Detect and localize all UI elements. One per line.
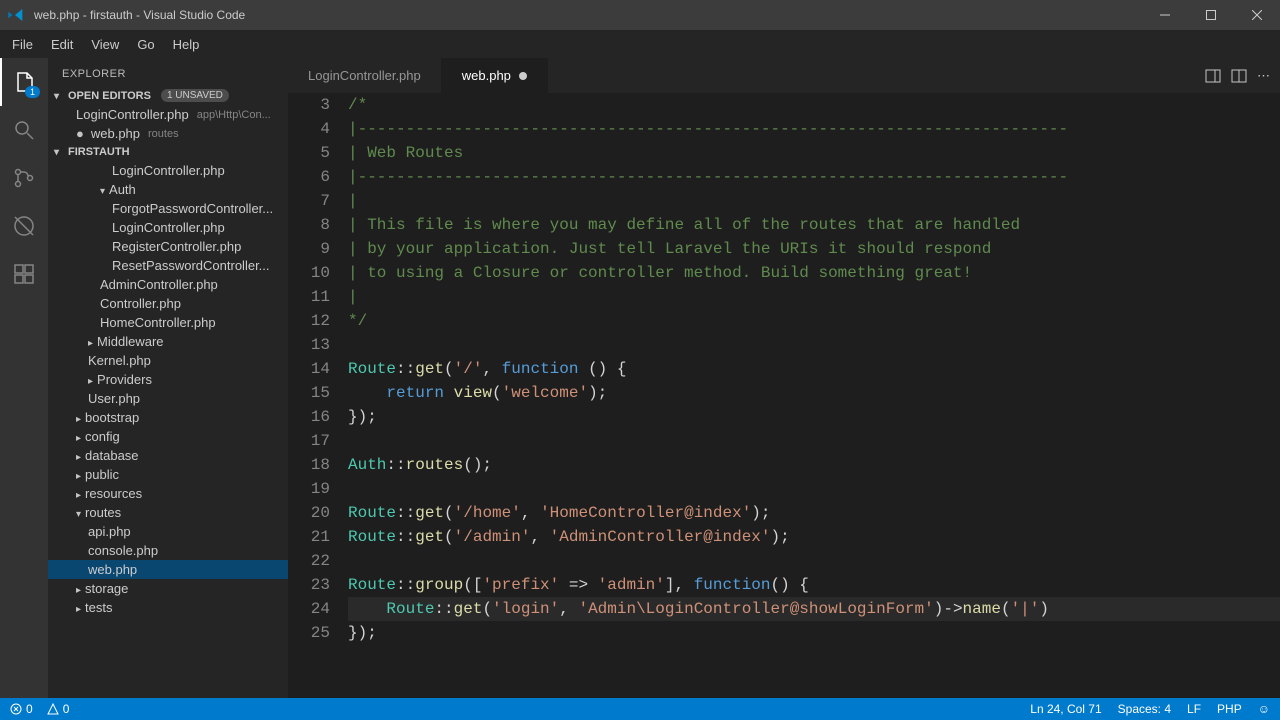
tree-item[interactable]: Providers (48, 370, 288, 389)
project-head[interactable]: FIRSTAUTH (48, 143, 288, 161)
extensions-icon[interactable] (0, 250, 48, 298)
menu-view[interactable]: View (83, 33, 127, 56)
status-feedback-icon[interactable]: ☺ (1258, 702, 1270, 716)
menu-help[interactable]: Help (165, 33, 208, 56)
chevron-icon (76, 410, 81, 425)
chevron-icon (76, 467, 81, 482)
status-warnings[interactable]: 0 (47, 702, 70, 716)
chevron-icon (100, 182, 105, 197)
menu-file[interactable]: File (4, 33, 41, 56)
status-bar: 0 0 Ln 24, Col 71 Spaces: 4 LF PHP ☺ (0, 698, 1280, 720)
chevron-down-icon (54, 146, 64, 158)
tree-item[interactable]: LoginController.php (48, 161, 288, 180)
chevron-icon (76, 600, 81, 615)
tab-actions: ⋯ (1205, 58, 1280, 93)
chevron-down-icon (54, 90, 64, 102)
tree-item[interactable]: storage (48, 579, 288, 598)
status-spaces[interactable]: Spaces: 4 (1118, 702, 1171, 716)
project-name: FIRSTAUTH (68, 146, 130, 158)
open-editors-head[interactable]: OPEN EDITORS 1 UNSAVED (48, 86, 288, 105)
warning-count: 0 (63, 702, 70, 716)
tree-item[interactable]: config (48, 427, 288, 446)
explorer-icon[interactable]: 1 (0, 58, 48, 106)
minimize-button[interactable] (1142, 0, 1188, 30)
maximize-button[interactable] (1188, 0, 1234, 30)
tree-item[interactable]: ForgotPasswordController... (48, 199, 288, 218)
tree-item[interactable]: RegisterController.php (48, 237, 288, 256)
more-icon[interactable]: ⋯ (1257, 68, 1270, 84)
vscode-icon (0, 7, 30, 23)
open-editors-label: OPEN EDITORS (68, 90, 151, 102)
tree-item[interactable]: console.php (48, 541, 288, 560)
activity-bar: 1 (0, 58, 48, 698)
chevron-icon (76, 505, 81, 520)
tree-item[interactable]: bootstrap (48, 408, 288, 427)
tab-bar: LoginController.phpweb.php ⋯ (288, 58, 1280, 93)
open-editor-item[interactable]: LoginController.phpapp\Http\Con... (48, 105, 288, 124)
chevron-icon (76, 581, 81, 596)
debug-icon[interactable] (0, 202, 48, 250)
scm-icon[interactable] (0, 154, 48, 202)
menu-go[interactable]: Go (129, 33, 162, 56)
window-title: web.php - firstauth - Visual Studio Code (30, 8, 1142, 22)
tree-item[interactable]: Kernel.php (48, 351, 288, 370)
sidebar-title: EXPLORER (48, 58, 288, 86)
chevron-icon (76, 429, 81, 444)
menu-edit[interactable]: Edit (43, 33, 81, 56)
chevron-icon (88, 334, 93, 349)
tree-item[interactable]: Auth (48, 180, 288, 199)
menu-bar: File Edit View Go Help (0, 30, 1280, 58)
chevron-icon (88, 372, 93, 387)
tab[interactable]: web.php (442, 58, 548, 93)
close-button[interactable] (1234, 0, 1280, 30)
sidebar: EXPLORER OPEN EDITORS 1 UNSAVED LoginCon… (48, 58, 288, 698)
title-bar: web.php - firstauth - Visual Studio Code (0, 0, 1280, 30)
status-encoding[interactable]: LF (1187, 702, 1201, 716)
chevron-icon (76, 448, 81, 463)
tree-item[interactable]: public (48, 465, 288, 484)
modified-dot-icon (519, 72, 527, 80)
tree-item[interactable]: resources (48, 484, 288, 503)
tab[interactable]: LoginController.php (288, 58, 442, 93)
tree-item[interactable]: routes (48, 503, 288, 522)
open-editors-list: LoginController.phpapp\Http\Con...●web.p… (48, 105, 288, 143)
tree-item[interactable]: User.php (48, 389, 288, 408)
search-icon[interactable] (0, 106, 48, 154)
tree-item[interactable]: AdminController.php (48, 275, 288, 294)
line-gutter: 345678910111213141516171819202122232425 (288, 93, 348, 698)
tree-item[interactable]: Middleware (48, 332, 288, 351)
open-editor-item[interactable]: ●web.phproutes (48, 124, 288, 143)
status-language[interactable]: PHP (1217, 702, 1242, 716)
split-icon[interactable] (1205, 68, 1221, 84)
status-cursor-pos[interactable]: Ln 24, Col 71 (1030, 702, 1101, 716)
explorer-badge: 1 (25, 86, 40, 98)
tree-item[interactable]: LoginController.php (48, 218, 288, 237)
layout-icon[interactable] (1231, 68, 1247, 84)
unsaved-badge: 1 UNSAVED (161, 89, 229, 102)
status-errors[interactable]: 0 (10, 702, 33, 716)
editor-area: LoginController.phpweb.php ⋯ 34567891011… (288, 58, 1280, 698)
chevron-icon (76, 486, 81, 501)
tree-item[interactable]: tests (48, 598, 288, 617)
file-tree: LoginController.php AuthForgotPasswordCo… (48, 161, 288, 698)
tree-item[interactable]: HomeController.php (48, 313, 288, 332)
code-editor[interactable]: 345678910111213141516171819202122232425 … (288, 93, 1280, 698)
code-content[interactable]: /*|-------------------------------------… (348, 93, 1280, 698)
tree-item[interactable]: database (48, 446, 288, 465)
tree-item[interactable]: api.php (48, 522, 288, 541)
tree-item[interactable]: Controller.php (48, 294, 288, 313)
error-count: 0 (26, 702, 33, 716)
tree-item[interactable]: ResetPasswordController... (48, 256, 288, 275)
tree-item[interactable]: web.php (48, 560, 288, 579)
